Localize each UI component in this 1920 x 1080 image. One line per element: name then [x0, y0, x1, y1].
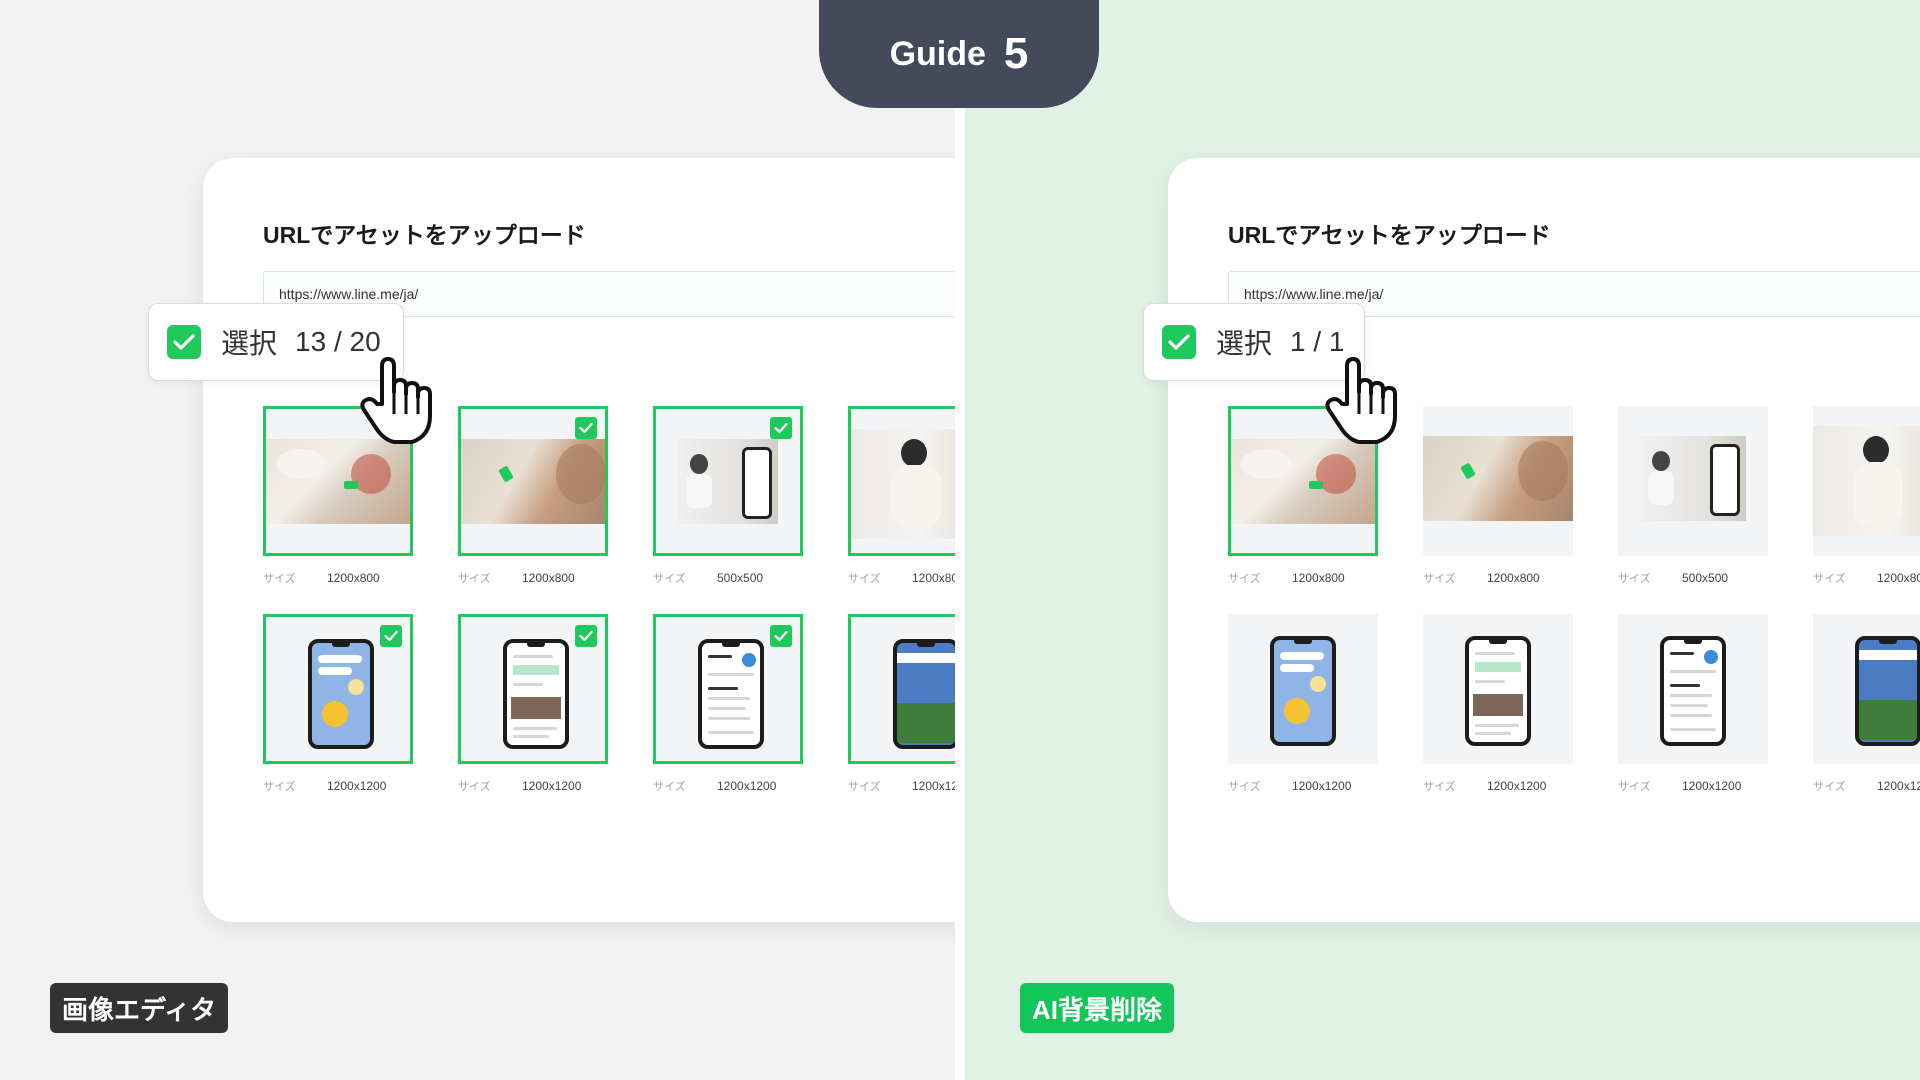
asset-tile[interactable]: サイズ 1200x800	[1813, 406, 1920, 585]
size-value: 1200x1200	[717, 779, 777, 793]
size-value: 1200x1200	[912, 779, 955, 793]
size-value: 1200x800	[1292, 571, 1345, 585]
asset-thumbnail[interactable]	[1813, 406, 1920, 556]
asset-meta: サイズ 1200x1200	[1813, 778, 1920, 794]
check-icon[interactable]	[770, 625, 792, 647]
asset-tile[interactable]: サイズ 1200x1200	[653, 614, 803, 793]
pointer-hand-icon	[358, 356, 438, 451]
size-value: 1200x1200	[522, 779, 582, 793]
asset-thumbnail[interactable]	[263, 614, 413, 764]
size-value: 500x500	[717, 571, 764, 585]
size-label: サイズ	[458, 573, 491, 585]
left-panel: URLでアセットをアップロード https://www.line.me/ja/ …	[0, 0, 955, 1080]
size-value: 1200x800	[327, 571, 380, 585]
asset-meta: サイズ 1200x1200	[848, 778, 955, 794]
asset-tile[interactable]: サイズ 500x500	[653, 406, 803, 585]
size-label: サイズ	[1423, 781, 1456, 793]
card-title: URLでアセットをアップロード	[263, 222, 586, 248]
tool-badge-ai-background-removal: AI背景削除	[1020, 983, 1175, 1033]
guide-tab: Guide 5	[819, 0, 1099, 108]
size-label: サイズ	[1813, 573, 1846, 585]
size-label: サイズ	[848, 573, 881, 585]
size-label: サイズ	[1228, 781, 1261, 793]
size-value: 1200x800	[522, 571, 575, 585]
size-value: 1200x800	[1487, 571, 1540, 585]
check-icon[interactable]	[575, 417, 597, 439]
guide-number: 5	[1003, 29, 1029, 78]
size-value: 500x500	[1682, 571, 1729, 585]
asset-thumbnail[interactable]	[1423, 614, 1573, 764]
selection-count: 1 / 1	[1290, 326, 1345, 357]
asset-tile[interactable]: サイズ 1200x800	[458, 406, 608, 585]
size-label: サイズ	[1423, 573, 1456, 585]
divider	[955, 0, 965, 1080]
size-value: 1200x1200	[1682, 779, 1742, 793]
asset-tile[interactable]: サイズ 500x500	[1618, 406, 1768, 585]
asset-thumbnail[interactable]	[653, 406, 803, 556]
size-value: 1200x1200	[327, 779, 387, 793]
asset-tile[interactable]: サイズ 1200x1200	[1228, 614, 1378, 793]
guide-label: Guide	[889, 34, 986, 73]
upload-card: URLでアセットをアップロード https://www.line.me/ja/ …	[203, 158, 955, 922]
asset-thumbnail[interactable]	[1618, 614, 1768, 764]
selection-label: 選択	[1216, 328, 1273, 359]
size-label: サイズ	[263, 573, 296, 585]
asset-meta: サイズ 1200x800	[848, 570, 955, 586]
asset-tile[interactable]: サイズ 1200x800	[848, 406, 955, 585]
selection-count: 13 / 20	[295, 326, 381, 357]
asset-tile[interactable]: サイズ 1200x1200	[1813, 614, 1920, 793]
size-label: サイズ	[1813, 781, 1846, 793]
asset-thumbnail[interactable]	[458, 614, 608, 764]
pointer-hand-icon	[1323, 356, 1403, 451]
asset-thumbnail[interactable]	[653, 614, 803, 764]
tool-badge-image-editor: 画像エディタ	[50, 983, 229, 1033]
asset-thumbnail[interactable]	[458, 406, 608, 556]
asset-tile[interactable]: サイズ 1200x1200	[1618, 614, 1768, 793]
size-label: サイズ	[848, 781, 881, 793]
checkbox-checked-icon	[1162, 325, 1196, 359]
asset-tile[interactable]: サイズ 1200x1200	[1423, 614, 1573, 793]
asset-thumbnail[interactable]	[848, 614, 955, 764]
upload-card: URLでアセットをアップロード https://www.line.me/ja/ …	[1168, 158, 1920, 922]
size-value: 1200x800	[912, 571, 955, 585]
asset-tile[interactable]: サイズ 1200x1200	[848, 614, 955, 793]
size-label: サイズ	[1618, 573, 1651, 585]
size-label: サイズ	[458, 781, 491, 793]
check-icon[interactable]	[380, 625, 402, 647]
size-label: サイズ	[1228, 573, 1261, 585]
right-panel: URLでアセットをアップロード https://www.line.me/ja/ …	[965, 0, 1920, 1080]
asset-thumbnail[interactable]	[1618, 406, 1768, 556]
asset-tile[interactable]: サイズ 1200x800	[1423, 406, 1573, 585]
size-value: 1200x800	[1877, 571, 1920, 585]
asset-thumbnail[interactable]	[1228, 614, 1378, 764]
check-icon[interactable]	[770, 417, 792, 439]
asset-thumbnail[interactable]	[1423, 406, 1573, 556]
asset-meta: サイズ 1200x800	[1813, 570, 1920, 586]
size-label: サイズ	[653, 573, 686, 585]
asset-thumbnail[interactable]	[848, 406, 955, 556]
size-label: サイズ	[653, 781, 686, 793]
size-value: 1200x1200	[1487, 779, 1547, 793]
size-value: 1200x1200	[1877, 779, 1920, 793]
asset-tile[interactable]: サイズ 1200x1200	[458, 614, 608, 793]
check-icon[interactable]	[575, 625, 597, 647]
asset-thumbnail[interactable]	[1813, 614, 1920, 764]
card-title: URLでアセットをアップロード	[1228, 222, 1551, 248]
selection-label: 選択	[221, 328, 278, 359]
asset-tile[interactable]: サイズ 1200x1200	[263, 614, 413, 793]
size-label: サイズ	[263, 781, 296, 793]
checkbox-checked-icon	[167, 325, 201, 359]
size-value: 1200x1200	[1292, 779, 1352, 793]
size-label: サイズ	[1618, 781, 1651, 793]
